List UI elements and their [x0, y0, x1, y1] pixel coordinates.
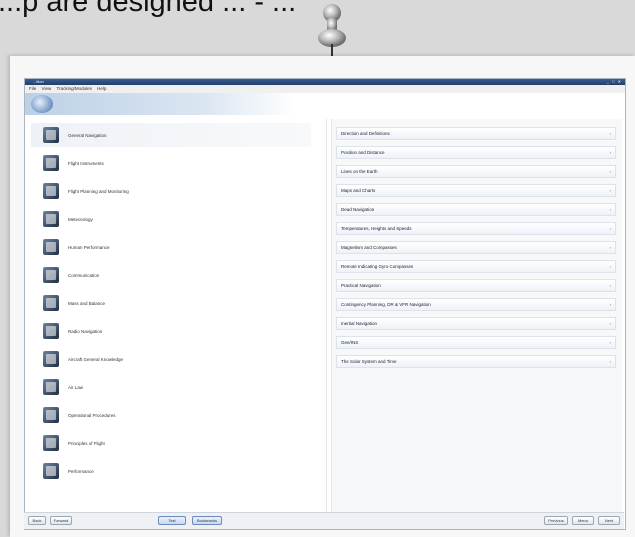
subject-item-air-law[interactable]: Air Law	[31, 375, 311, 399]
subject-label: General Navigation	[68, 132, 107, 138]
bottom-toolbar: Back Forward Test Bookmarks Previous Men…	[24, 512, 624, 529]
chevron-right-icon: ›	[609, 321, 611, 326]
subject-label: Mass and Balance	[68, 300, 106, 306]
subject-label: Principles of Flight	[68, 440, 105, 446]
next-button[interactable]: Next	[598, 516, 620, 525]
subject-item-flight-planning[interactable]: Flight Planning and Monitoring	[31, 179, 311, 203]
topic-label: Contingency Planning, DR & VFR Navigatio…	[341, 302, 431, 307]
subject-item-performance[interactable]: Performance	[31, 459, 311, 483]
subject-item-communication[interactable]: Communication	[31, 263, 311, 287]
chevron-right-icon: ›	[609, 359, 611, 364]
subject-label: Meteorology	[68, 216, 93, 222]
menu-view[interactable]: View	[42, 85, 52, 93]
pushpin-icon	[318, 4, 346, 60]
subject-label: Flight Planning and Monitoring	[68, 188, 129, 194]
subject-item-mass-balance[interactable]: Mass and Balance	[31, 291, 311, 315]
topic-item[interactable]: Lines on the Earth ›	[336, 165, 616, 178]
chevron-right-icon: ›	[609, 340, 611, 345]
previous-button[interactable]: Previous	[544, 516, 568, 525]
topic-label: Direction and Definitions	[341, 131, 390, 136]
topic-item[interactable]: Gee/INS ›	[336, 336, 616, 349]
topic-label: Temperatures, Heights and Speeds	[341, 226, 412, 231]
scale-icon	[43, 295, 59, 311]
radio-icon	[43, 267, 59, 283]
chevron-right-icon: ›	[609, 150, 611, 155]
topic-item[interactable]: The Solar System and Time ›	[336, 355, 616, 368]
topic-item[interactable]: Contingency Planning, DR & VFR Navigatio…	[336, 298, 616, 311]
human-icon	[43, 239, 59, 255]
caption-text: ...p are designed ... - ...	[0, 0, 297, 18]
topic-label: Position and Distance	[341, 150, 385, 155]
chevron-right-icon: ›	[609, 226, 611, 231]
subject-item-general-navigation[interactable]: General Navigation	[31, 123, 311, 147]
topic-item[interactable]: Maps and Charts ›	[336, 184, 616, 197]
subject-label: Human Performance	[68, 244, 110, 250]
instruments-icon	[43, 155, 59, 171]
topic-label: Dead Navigation	[341, 207, 375, 212]
topic-item[interactable]: Direction and Definitions ›	[336, 127, 616, 140]
test-button[interactable]: Test	[158, 516, 186, 525]
header-banner	[25, 93, 625, 115]
topic-list: Direction and Definitions › Position and…	[331, 119, 622, 513]
topic-label: The Solar System and Time	[341, 359, 397, 364]
forward-button[interactable]: Forward	[50, 516, 72, 525]
weather-icon	[43, 211, 59, 227]
subject-label: Performance	[68, 468, 94, 474]
menu-bar: File View Tracking/Modules Help	[25, 85, 625, 93]
chevron-right-icon: ›	[609, 264, 611, 269]
topic-label: Gee/INS	[341, 340, 359, 345]
chevron-right-icon: ›	[609, 131, 611, 136]
topic-item[interactable]: Temperatures, Heights and Speeds ›	[336, 222, 616, 235]
chevron-right-icon: ›	[609, 169, 611, 174]
subject-item-aircraft-general[interactable]: Aircraft General Knowledge	[31, 347, 311, 371]
subject-list: General Navigation Flight Instruments Fl…	[31, 119, 327, 513]
subject-item-principles-of-flight[interactable]: Principles of Flight	[31, 431, 311, 455]
chevron-right-icon: ›	[609, 245, 611, 250]
topic-item[interactable]: Remote Indicating Gyro Compasses ›	[336, 260, 616, 273]
menu-button[interactable]: Menu	[572, 516, 594, 525]
back-button[interactable]: Back	[28, 516, 46, 525]
topic-label: Practical Navigation	[341, 283, 381, 288]
topic-item[interactable]: Position and Distance ›	[336, 146, 616, 159]
topic-item[interactable]: Inertial Navigation ›	[336, 317, 616, 330]
topic-label: Maps and Charts	[341, 188, 376, 193]
subject-item-operational-procedures[interactable]: Operational Procedures	[31, 403, 311, 427]
subject-label: Aircraft General Knowledge	[68, 356, 124, 362]
performance-icon	[43, 463, 59, 479]
subject-item-human-performance[interactable]: Human Performance	[31, 235, 311, 259]
subject-label: Operational Procedures	[68, 412, 116, 418]
topic-label: Inertial Navigation	[341, 321, 378, 326]
menu-tracking[interactable]: Tracking/Modules	[56, 85, 91, 93]
menu-help[interactable]: Help	[97, 85, 106, 93]
navigation-icon	[43, 127, 59, 143]
menu-file[interactable]: File	[29, 85, 36, 93]
chevron-right-icon: ›	[609, 188, 611, 193]
chevron-right-icon: ›	[609, 207, 611, 212]
topic-item[interactable]: Magnetism and Compasses ›	[336, 241, 616, 254]
subject-label: Flight Instruments	[68, 160, 104, 166]
chevron-right-icon: ›	[609, 302, 611, 307]
planning-icon	[43, 183, 59, 199]
topic-label: Lines on the Earth	[341, 169, 378, 174]
law-icon	[43, 379, 59, 395]
subject-label: Radio Navigation	[68, 328, 103, 334]
globe-logo-icon	[31, 95, 53, 113]
bookmarks-button[interactable]: Bookmarks	[192, 516, 222, 525]
subject-item-meteorology[interactable]: Meteorology	[31, 207, 311, 231]
subject-label: Communication	[68, 272, 100, 278]
subject-item-flight-instruments[interactable]: Flight Instruments	[31, 151, 311, 175]
radio-nav-icon	[43, 323, 59, 339]
aircraft-icon	[43, 351, 59, 367]
flight-icon	[43, 435, 59, 451]
topic-item[interactable]: Dead Navigation ›	[336, 203, 616, 216]
topic-item[interactable]: Practical Navigation ›	[336, 279, 616, 292]
chevron-right-icon: ›	[609, 283, 611, 288]
subject-label: Air Law	[68, 384, 84, 390]
topic-label: Magnetism and Compasses	[341, 245, 397, 250]
topic-label: Remote Indicating Gyro Compasses	[341, 264, 414, 269]
app-window: ...ition _ □ ✕ File View Tracking/Module…	[24, 78, 626, 530]
subject-item-radio-navigation[interactable]: Radio Navigation	[31, 319, 311, 343]
procedures-icon	[43, 407, 59, 423]
